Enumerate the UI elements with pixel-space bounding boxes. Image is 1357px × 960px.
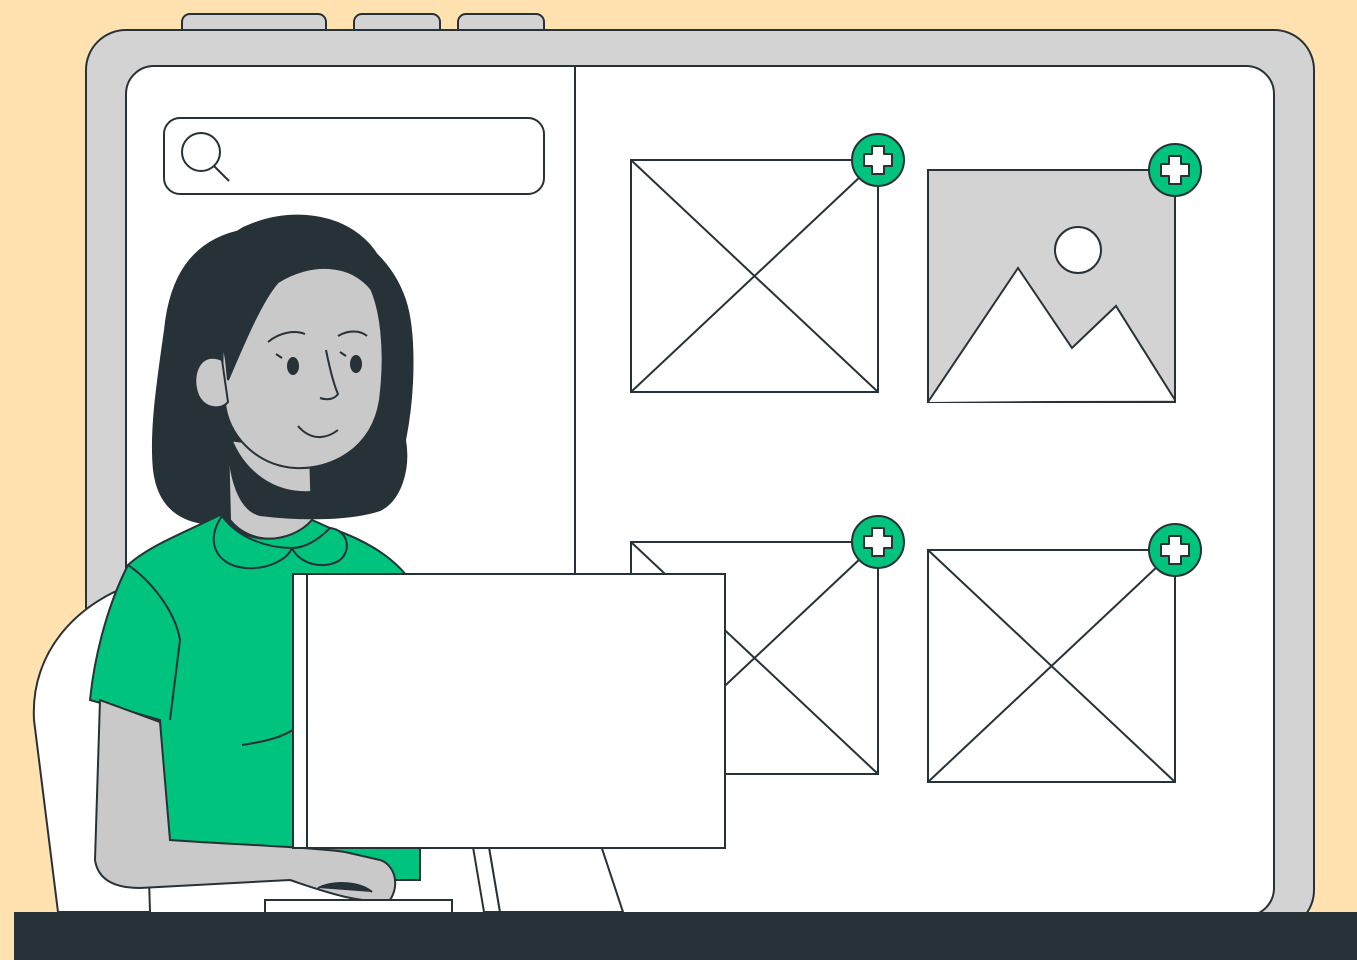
search-input[interactable] <box>163 117 545 195</box>
gallery-item-2[interactable] <box>927 169 1176 403</box>
add-button-2[interactable] <box>1148 143 1202 197</box>
add-button-4[interactable] <box>1148 523 1202 577</box>
search-bar[interactable] <box>163 117 545 195</box>
add-button-3[interactable] <box>851 515 905 569</box>
monitor-screen <box>306 573 726 849</box>
gallery-item-4[interactable] <box>927 549 1176 783</box>
sun-shape <box>1054 226 1102 274</box>
desk <box>14 912 1357 960</box>
illustration-scene <box>0 0 1357 960</box>
gallery-item-1[interactable] <box>630 159 879 393</box>
left-eye <box>287 357 299 375</box>
ear <box>194 356 230 409</box>
add-button-1[interactable] <box>851 133 905 187</box>
right-eye <box>350 355 362 373</box>
